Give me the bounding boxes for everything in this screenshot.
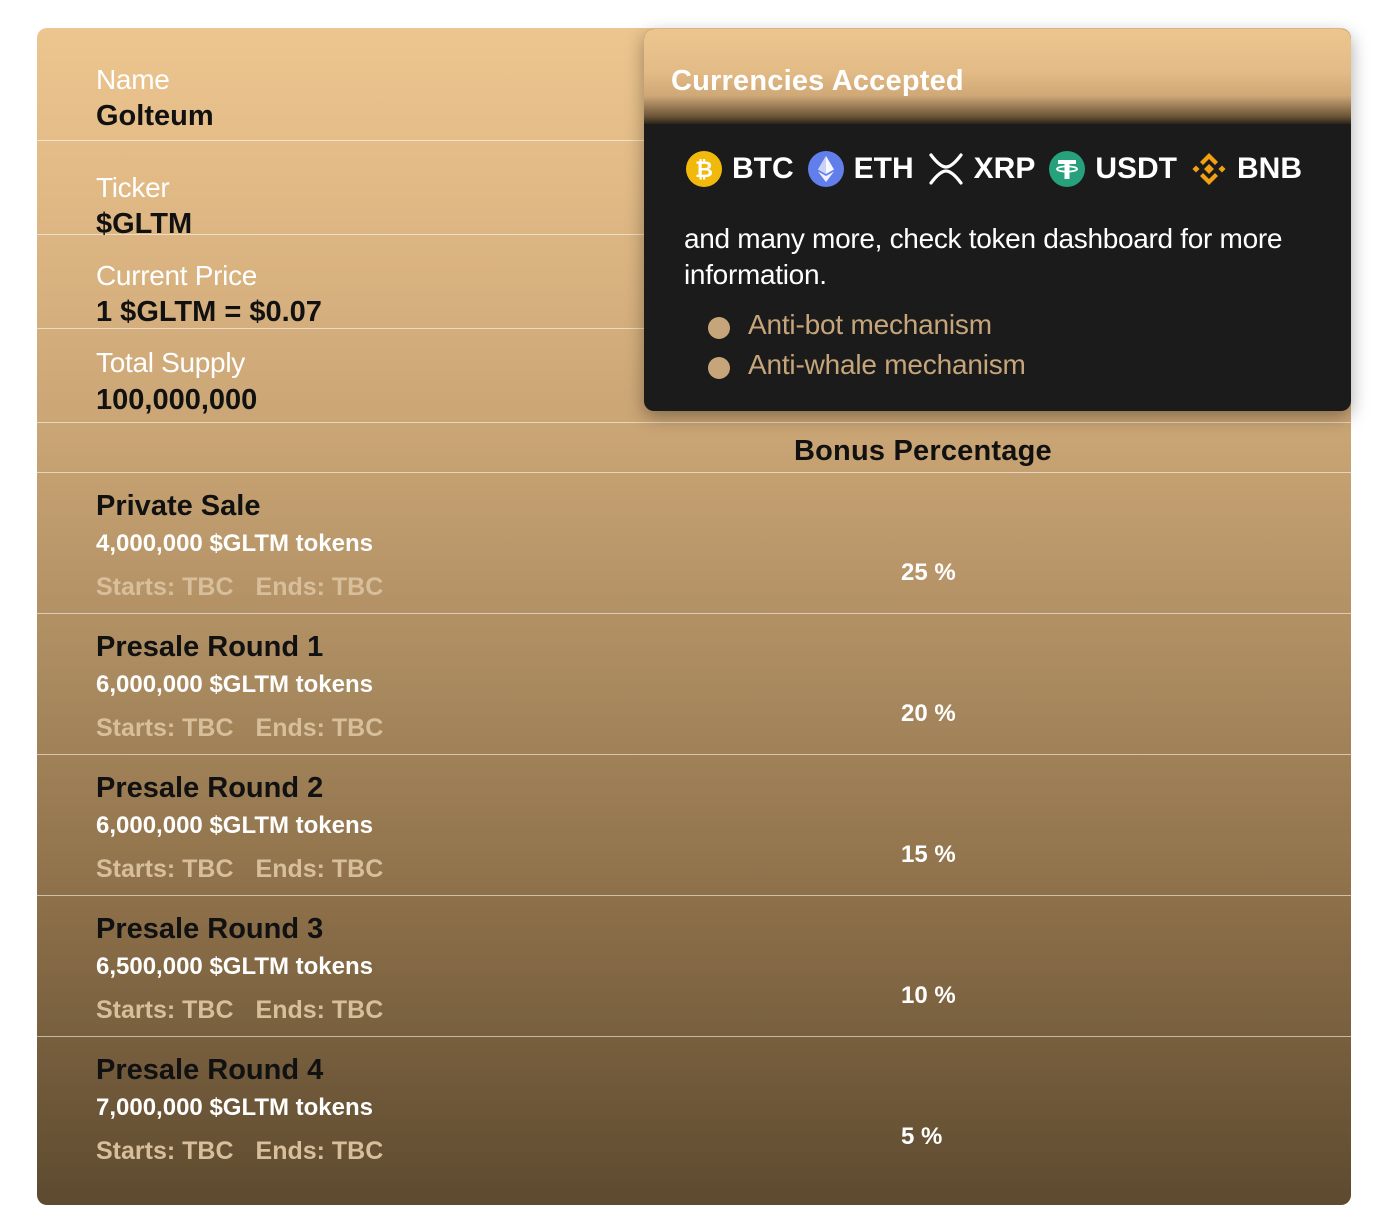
sale-bonus: 15 % xyxy=(901,841,956,868)
feature-text: Anti-whale mechanism xyxy=(748,349,1026,380)
currency-code: BTC xyxy=(732,152,794,185)
currency-xrp: XRP xyxy=(928,151,1036,187)
info-label: Name xyxy=(96,64,170,95)
bonus-percentage-heading: Bonus Percentage xyxy=(794,435,1052,467)
sale-dates: Starts: TBC Ends: TBC xyxy=(96,573,405,602)
sale-bonus: 10 % xyxy=(901,982,956,1009)
sale-starts: Starts: TBC xyxy=(96,996,234,1024)
sale-ends: Ends: TBC xyxy=(255,1137,384,1165)
currency-code: USDT xyxy=(1095,152,1178,185)
sale-bonus: 20 % xyxy=(901,700,956,727)
sale-tokens: 7,000,000 $GLTM tokens xyxy=(96,1094,374,1121)
svg-text:₿: ₿ xyxy=(695,158,713,183)
currency-list: ₿ BTC ETH XRP USDT BNB xyxy=(686,149,1316,189)
xrp-icon xyxy=(929,153,963,185)
currency-usdt: USDT xyxy=(1049,151,1177,187)
sale-tokens: 6,500,000 $GLTM tokens xyxy=(96,953,374,980)
sale-starts: Starts: TBC xyxy=(96,573,234,601)
sale-dates: Starts: TBC Ends: TBC xyxy=(96,714,405,743)
sale-ends: Ends: TBC xyxy=(255,573,384,601)
sale-tokens: 6,000,000 $GLTM tokens xyxy=(96,671,374,698)
popup-title: Currencies Accepted xyxy=(671,65,964,97)
popup-header: Currencies Accepted xyxy=(644,29,1351,124)
currency-code: ETH xyxy=(853,152,914,185)
sale-dates: Starts: TBC Ends: TBC xyxy=(96,855,405,884)
info-value: 1 $GLTM = $0.07 xyxy=(96,296,322,328)
info-value: 100,000,000 xyxy=(96,384,258,416)
currency-bnb: BNB xyxy=(1191,151,1302,187)
sale-name: Presale Round 4 xyxy=(96,1054,324,1086)
sale-row-presale-round-4: Presale Round 4 7,000,000 $GLTM tokens S… xyxy=(37,1037,1351,1178)
sale-name: Private Sale xyxy=(96,490,261,522)
info-label: Current Price xyxy=(96,260,258,291)
sale-row-presale-round-1: Presale Round 1 6,000,000 $GLTM tokens S… xyxy=(37,614,1351,755)
sale-starts: Starts: TBC xyxy=(96,1137,234,1165)
tether-icon xyxy=(1049,151,1086,187)
sale-ends: Ends: TBC xyxy=(255,714,384,742)
sale-name: Presale Round 3 xyxy=(96,913,324,945)
currency-btc: ₿ BTC xyxy=(686,151,794,187)
currency-code: XRP xyxy=(973,152,1036,185)
currency-eth: ETH xyxy=(807,151,914,187)
sale-ends: Ends: TBC xyxy=(255,996,384,1024)
sale-name: Presale Round 2 xyxy=(96,772,324,804)
info-value: Golteum xyxy=(96,100,214,132)
info-label: Ticker xyxy=(96,172,170,203)
sale-ends: Ends: TBC xyxy=(255,855,384,883)
info-label: Total Supply xyxy=(96,347,245,378)
sale-tokens: 4,000,000 $GLTM tokens xyxy=(96,530,374,557)
sale-tokens: 6,000,000 $GLTM tokens xyxy=(96,812,374,839)
sale-name: Presale Round 1 xyxy=(96,631,324,663)
bullet-dot-icon xyxy=(708,317,730,339)
sale-bonus: 25 % xyxy=(901,559,956,586)
sale-row-presale-round-2: Presale Round 2 6,000,000 $GLTM tokens S… xyxy=(37,755,1351,896)
bitcoin-icon: ₿ xyxy=(686,151,722,187)
sale-dates: Starts: TBC Ends: TBC xyxy=(96,1137,405,1166)
binance-icon xyxy=(1192,153,1226,185)
sale-dates: Starts: TBC Ends: TBC xyxy=(96,996,405,1025)
feature-text: Anti-bot mechanism xyxy=(748,309,992,340)
sale-row-private-sale: Private Sale 4,000,000 $GLTM tokens Star… xyxy=(37,473,1351,614)
bonus-header-row: Bonus Percentage xyxy=(37,423,1351,473)
popup-description: and many more, check token dashboard for… xyxy=(684,223,1283,290)
sale-row-presale-round-3: Presale Round 3 6,500,000 $GLTM tokens S… xyxy=(37,896,1351,1037)
currencies-accepted-popup: Currencies Accepted ₿ BTC ETH XRP USDT B… xyxy=(644,29,1351,411)
sale-starts: Starts: TBC xyxy=(96,855,234,883)
sale-starts: Starts: TBC xyxy=(96,714,234,742)
bullet-dot-icon xyxy=(708,357,730,379)
ethereum-icon xyxy=(807,151,844,187)
sale-bonus: 5 % xyxy=(901,1123,943,1150)
currency-code: BNB xyxy=(1237,152,1303,185)
